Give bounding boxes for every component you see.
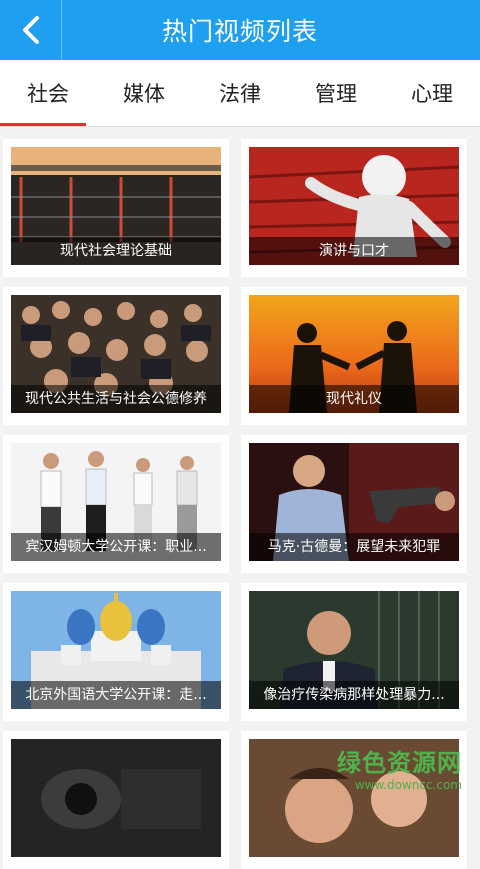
video-title: 现代公共生活与社会公德修养	[11, 385, 221, 413]
back-button[interactable]	[0, 0, 62, 60]
video-title: 现代礼仪	[249, 385, 459, 413]
video-card[interactable]: 现代公共生活与社会公德修养	[3, 287, 229, 425]
video-thumbnail: 宾汉姆顿大学公开课：职业...	[11, 443, 221, 561]
app-header: 热门视频列表	[0, 0, 480, 60]
video-card[interactable]: 北京外国语大学公开课：走...	[3, 583, 229, 721]
watermark-logo: 绿色资源网 www.downcc.com	[337, 743, 462, 792]
video-card[interactable]: 像治疗传染病那样处理暴力...	[241, 583, 467, 721]
video-title: 宾汉姆顿大学公开课：职业...	[11, 533, 221, 561]
video-thumbnail: 马克·古德曼：展望未来犯罪	[249, 443, 459, 561]
video-thumbnail: 演讲与口才	[249, 147, 459, 265]
tab-media[interactable]: 媒体	[96, 60, 192, 126]
tab-psychology[interactable]: 心理	[384, 60, 480, 126]
video-thumbnail: 现代礼仪	[249, 295, 459, 413]
video-title: 像治疗传染病那样处理暴力...	[249, 681, 459, 709]
video-thumbnail	[11, 739, 221, 857]
video-thumbnail: 北京外国语大学公开课：走...	[11, 591, 221, 709]
video-card[interactable]: 现代礼仪	[241, 287, 467, 425]
video-thumbnail: 像治疗传染病那样处理暴力...	[249, 591, 459, 709]
video-thumbnail: 现代社会理论基础	[11, 147, 221, 265]
watermark-url: www.downcc.com	[354, 778, 462, 792]
video-title: 马克·古德曼：展望未来犯罪	[249, 533, 459, 561]
video-card[interactable]: 现代社会理论基础	[3, 139, 229, 277]
video-card[interactable]	[3, 731, 229, 869]
video-title: 演讲与口才	[249, 237, 459, 265]
video-card[interactable]: 马克·古德曼：展望未来犯罪	[241, 435, 467, 573]
category-tabs: 社会 媒体 法律 管理 心理	[0, 60, 480, 127]
video-title: 现代社会理论基础	[11, 237, 221, 265]
video-card[interactable]: 宾汉姆顿大学公开课：职业...	[3, 435, 229, 573]
tab-social[interactable]: 社会	[0, 60, 96, 126]
video-card[interactable]: 演讲与口才	[241, 139, 467, 277]
tab-management[interactable]: 管理	[288, 60, 384, 126]
chevron-left-icon	[22, 16, 39, 44]
page-title: 热门视频列表	[161, 17, 318, 46]
video-title: 北京外国语大学公开课：走...	[11, 681, 221, 709]
watermark-title: 绿色资源网	[337, 749, 462, 777]
video-thumbnail: 现代公共生活与社会公德修养	[11, 295, 221, 413]
tab-law[interactable]: 法律	[192, 60, 288, 126]
